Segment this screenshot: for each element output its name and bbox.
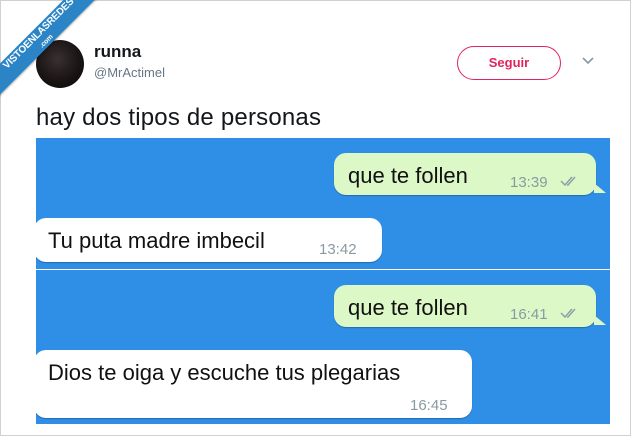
chevron-down-icon[interactable] — [581, 54, 595, 68]
message-text: Tu puta madre imbecil — [48, 228, 265, 253]
watermark: VISTOENLASREDES .com — [0, 0, 110, 110]
message-time: 13:39 — [510, 174, 548, 191]
watermark-text: VISTOENLASREDES — [1, 0, 77, 72]
message-time: 16:45 — [410, 397, 448, 414]
message-text: que te follen — [348, 163, 468, 188]
message-bubble-incoming: Dios te oiga y escuche tus plegarias 16:… — [36, 350, 472, 418]
message-text: Dios te oiga y escuche tus plegarias — [48, 360, 401, 385]
chat-screenshot-2: que te follen 16:41 Dios te oiga y escuc… — [36, 270, 610, 424]
follow-button[interactable]: Seguir — [457, 46, 561, 80]
message-time: 16:41 — [510, 306, 548, 323]
message-bubble-incoming: Tu puta madre imbecil 13:42 — [36, 218, 382, 262]
chat-screenshot-1: que te follen 13:39 Tu puta madre imbeci… — [36, 138, 610, 269]
double-check-icon — [560, 176, 576, 187]
message-text: que te follen — [348, 295, 468, 320]
message-bubble-outgoing: que te follen 16:41 — [334, 285, 596, 327]
bubble-tail — [594, 315, 606, 325]
watermark-ribbon: VISTOENLASREDES .com — [0, 0, 107, 102]
message-time: 13:42 — [319, 241, 357, 258]
message-bubble-outgoing: que te follen 13:39 — [334, 153, 596, 195]
double-check-icon — [560, 308, 576, 319]
bubble-tail — [594, 183, 606, 193]
